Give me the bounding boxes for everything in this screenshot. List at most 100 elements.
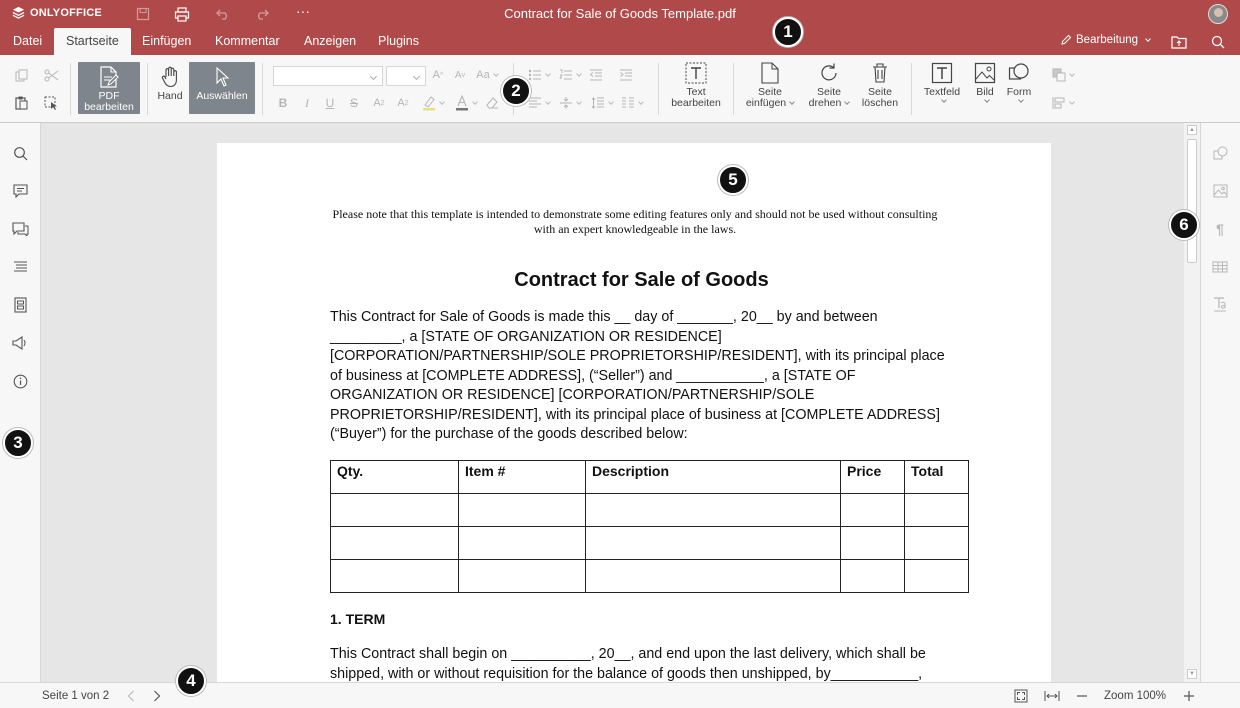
font-family-select[interactable] (273, 66, 383, 86)
callout-badge-3: 3 (3, 428, 33, 458)
section-title: 1. TERM (330, 611, 386, 627)
font-color-icon[interactable] (452, 94, 480, 112)
scroll-down-arrow[interactable]: ▼ (1187, 669, 1197, 679)
change-case-icon[interactable]: Aa (474, 67, 500, 83)
search-icon[interactable] (1209, 33, 1227, 51)
copy-icon[interactable] (12, 66, 30, 84)
font-size-select[interactable] (386, 66, 426, 86)
table-cell (585, 493, 841, 527)
bold-icon[interactable]: B (276, 95, 290, 111)
increase-font-icon[interactable]: A ^ (430, 67, 446, 83)
highlight-color-icon[interactable] (419, 94, 447, 112)
edit-pdf-button[interactable]: PDF bearbeiten (78, 62, 140, 114)
decrease-font-icon[interactable]: Av (452, 67, 468, 83)
info-icon[interactable] (11, 372, 29, 390)
shape-settings-icon[interactable] (1211, 144, 1229, 162)
callout-badge-1: 1 (773, 17, 803, 47)
fit-width-icon[interactable] (1043, 687, 1061, 705)
select-tool-button[interactable]: Auswählen (189, 62, 255, 114)
vertical-align-icon[interactable] (556, 95, 584, 111)
tab-comment[interactable]: Kommentar (203, 28, 292, 55)
zoom-out-icon[interactable] (1073, 687, 1091, 705)
paragraph-settings-icon[interactable]: ¶ (1211, 220, 1229, 238)
hand-icon (161, 66, 177, 88)
columns-icon[interactable] (618, 95, 646, 111)
paste-icon[interactable] (12, 94, 30, 112)
numbering-icon[interactable] (556, 67, 584, 83)
rotate-page-button[interactable]: Seite drehen (804, 62, 854, 118)
toolbar: PDF bearbeiten Hand Auswählen A ^ Av Aa B… (0, 55, 1240, 123)
edit-pdf-icon (100, 66, 119, 88)
table-settings-icon[interactable] (1211, 258, 1229, 276)
insert-page-button[interactable]: Seite einfügen (742, 62, 798, 118)
arrange-icon[interactable] (1048, 67, 1078, 83)
right-sidebar: ¶ (1200, 123, 1240, 682)
decrease-indent-icon[interactable] (588, 67, 604, 83)
zoom-level[interactable]: Zoom 100% (1104, 690, 1166, 702)
superscript-icon[interactable]: A2 (371, 95, 387, 111)
navigation-icon[interactable] (11, 258, 29, 276)
delete-page-button[interactable]: Seite löschen (857, 62, 903, 118)
previous-page-icon[interactable] (122, 687, 140, 705)
table-cell (904, 526, 969, 560)
table-header-row: Qty. Item # Description Price Total (330, 460, 969, 494)
text-art-settings-icon[interactable] (1211, 296, 1229, 314)
tab-home[interactable]: Startseite (54, 28, 131, 55)
align-shapes-icon[interactable] (1048, 95, 1078, 111)
pencil-icon (1061, 34, 1072, 45)
document-title: Contract for Sale of Goods Template.pdf (504, 6, 736, 21)
scroll-up-arrow[interactable]: ▲ (1187, 125, 1197, 135)
document-canvas[interactable]: Please note that this template is intend… (41, 123, 1200, 682)
vertical-scrollbar[interactable]: ▲ ▼ (1184, 123, 1200, 682)
tab-insert[interactable]: Einfügen (130, 28, 203, 55)
pointer-icon (216, 66, 230, 87)
toolbar-separator (733, 63, 734, 115)
document-page[interactable]: Please note that this template is intend… (217, 143, 1051, 682)
table-cell (840, 559, 905, 593)
shape-label: Form (1006, 86, 1032, 98)
line-spacing-icon[interactable] (588, 95, 616, 111)
tab-view[interactable]: Anzeigen (292, 28, 368, 55)
document-heading: Contract for Sale of Goods (514, 269, 769, 291)
strikethrough-icon[interactable]: S (347, 95, 361, 111)
eraser-icon[interactable] (484, 95, 500, 111)
edit-text-button[interactable]: Text bearbeiten (666, 62, 726, 116)
fit-page-icon[interactable] (1012, 687, 1030, 705)
edit-pdf-label-2: bearbeiten (84, 101, 134, 113)
tab-file[interactable]: Datei (1, 28, 54, 55)
insert-page-label-2: einfügen (746, 98, 795, 109)
comments-icon[interactable] (11, 182, 29, 200)
open-file-location-icon[interactable] (1170, 33, 1188, 51)
image-settings-icon[interactable] (1211, 182, 1229, 200)
image-button[interactable]: Bild (970, 62, 1000, 118)
toolbar-separator (147, 63, 148, 115)
search-icon[interactable] (11, 144, 29, 162)
table-cell (840, 526, 905, 560)
select-all-icon[interactable] (42, 94, 60, 112)
term-paragraph: This Contract shall begin on __________,… (330, 646, 926, 682)
shape-button[interactable]: Form (1004, 62, 1034, 118)
title-bar: ONLYOFFICE ··· Contract for Sale of Good… (0, 0, 1240, 28)
shape-icon (1008, 63, 1029, 80)
textbox-button[interactable]: Textfeld (918, 62, 966, 118)
subscript-icon[interactable]: A2 (395, 95, 411, 111)
table-header-cell: Total (904, 460, 969, 494)
increase-indent-icon[interactable] (618, 67, 634, 83)
scrollbar-thumb[interactable] (1187, 139, 1197, 263)
hand-tool-button[interactable]: Hand (154, 62, 186, 114)
editing-mode-button[interactable]: Bearbeitung (1060, 34, 1151, 46)
next-page-icon[interactable] (148, 687, 166, 705)
bullets-icon[interactable] (525, 67, 553, 83)
cut-icon[interactable] (42, 66, 60, 84)
feedback-icon[interactable] (11, 334, 29, 352)
italic-icon[interactable]: I (300, 95, 314, 111)
tab-plugins[interactable]: Plugins (366, 28, 431, 55)
table-cell (458, 526, 586, 560)
chat-icon[interactable] (11, 220, 29, 238)
page-thumbnails-icon[interactable] (11, 296, 29, 314)
zoom-in-icon[interactable] (1180, 687, 1198, 705)
user-avatar[interactable] (1208, 4, 1228, 24)
underline-icon[interactable]: U (323, 95, 337, 111)
table-cell (458, 559, 586, 593)
rotate-page-label-2: drehen (809, 98, 851, 109)
